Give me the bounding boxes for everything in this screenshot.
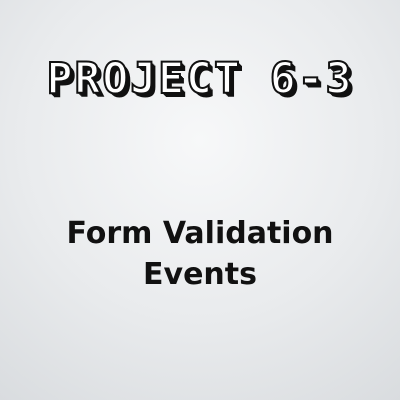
subtitle: Form Validation Events [0,214,400,295]
project-title: PROJECT 6-3 [46,54,354,104]
subtitle-line-1: Form Validation [66,216,334,251]
subtitle-line-2: Events [143,256,257,292]
cover-page: PROJECT 6-3 Form Validation Events [0,0,400,400]
